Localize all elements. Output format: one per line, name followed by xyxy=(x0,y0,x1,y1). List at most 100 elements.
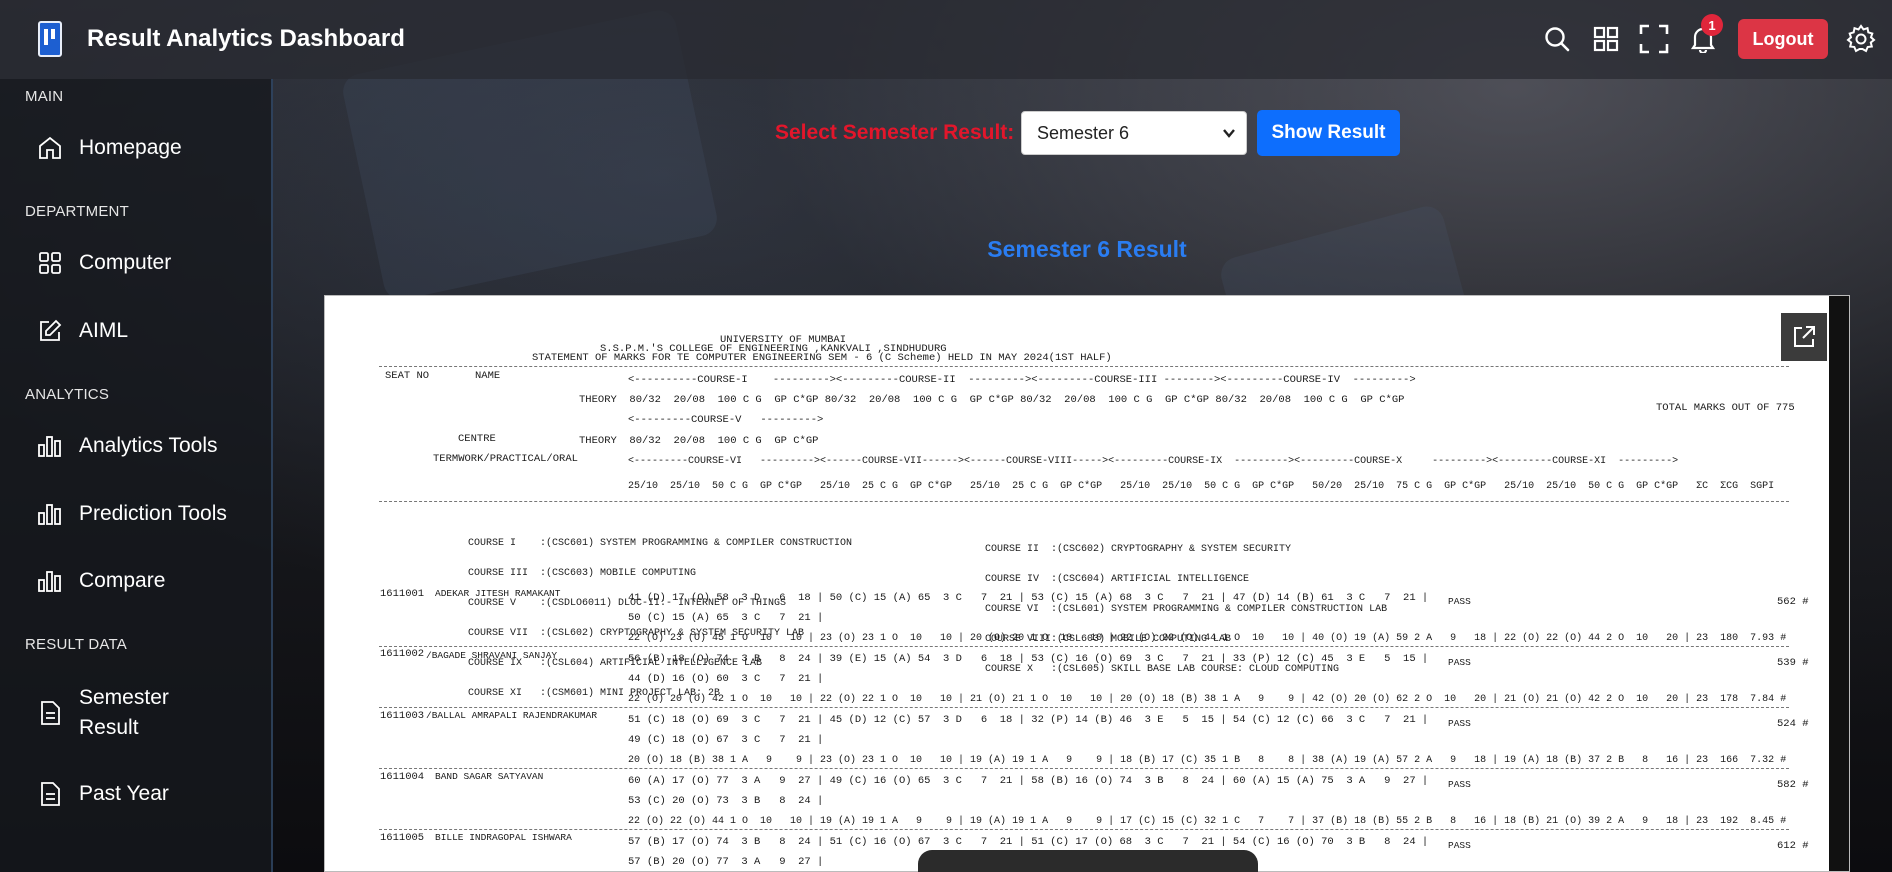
doc-theory-row-1: THEORY 80/32 20/08 100 C G GP C*GP 80/32… xyxy=(579,394,1405,406)
doc-student-name: /BALLAL AMRAPALI RAJENDRAKUMAR xyxy=(426,710,598,721)
sidebar-item-label: Result xyxy=(79,716,139,739)
doc-name-header: NAME xyxy=(475,370,501,382)
selected-semester-value: Semester 6 xyxy=(1037,122,1130,143)
doc-result-status: PASS xyxy=(1448,779,1471,790)
doc-termwork-header: TERMWORK/PRACTICAL/ORAL xyxy=(433,453,578,465)
doc-student-name: /BAGADE SHRAVANI SANJAY xyxy=(426,650,558,661)
doc-result-status: PASS xyxy=(1448,596,1471,607)
doc-marks-line: 57 (B) 20 (O) 77 3 A 9 27 | xyxy=(628,856,824,868)
edit-icon xyxy=(36,317,64,345)
sidebar-item-prediction-tools[interactable]: Prediction Tools xyxy=(36,499,227,529)
doc-marks-line: 50 (C) 15 (A) 65 3 C 7 21 | xyxy=(628,612,824,624)
bar-chart-icon xyxy=(36,500,64,528)
sidebar-item-semester-result[interactable]: Semester Result xyxy=(36,683,169,743)
sidebar-item-past-year[interactable]: Past Year xyxy=(36,779,169,809)
pdf-toolbar[interactable] xyxy=(918,850,1258,872)
doc-heading-statement: STATEMENT OF MARKS FOR TE COMPUTER ENGIN… xyxy=(532,352,1112,364)
doc-seat-number: 1611005 xyxy=(380,832,425,844)
doc-seat-number: 1611001 xyxy=(380,588,425,600)
grid-icon[interactable] xyxy=(1590,22,1622,56)
section-title-result-data: RESULT DATA xyxy=(25,636,127,653)
sidebar-item-computer[interactable]: Computer xyxy=(36,248,171,278)
doc-seat-number: 1611004 xyxy=(380,771,425,783)
doc-seat-number: 1611002 xyxy=(380,648,425,660)
app-logo-icon xyxy=(38,21,62,57)
doc-marks-line: 22 (O) 20 (O) 42 1 O 10 10 | 22 (O) 22 1… xyxy=(628,694,1787,705)
external-link-icon xyxy=(1794,326,1815,347)
doc-total-marks: TOTAL MARKS OUT OF 775 xyxy=(1656,402,1795,414)
doc-marks-line: 51 (C) 18 (O) 69 3 C 7 21 | 45 (D) 12 (C… xyxy=(628,714,1429,726)
divider xyxy=(379,768,1789,769)
bar-chart-icon xyxy=(36,567,64,595)
doc-total-marks-value: 562 # xyxy=(1777,596,1809,608)
sidebar-item-label: Prediction Tools xyxy=(79,502,227,525)
doc-seat-no-header: SEAT NO xyxy=(385,370,430,382)
document-scrollbar[interactable] xyxy=(1829,296,1849,871)
doc-marks-line: 44 (D) 16 (O) 60 3 C 7 21 | xyxy=(628,673,824,685)
result-document-viewer[interactable]: UNIVERSITY OF MUMBAI S.S.P.M.'S COLLEGE … xyxy=(324,295,1850,872)
doc-course-row-1: <----------COURSE-I ---------><---------… xyxy=(628,374,1416,386)
logout-button[interactable]: Logout xyxy=(1738,19,1828,59)
doc-marks-line: 49 (C) 18 (O) 67 3 C 7 21 | xyxy=(628,734,824,746)
home-icon xyxy=(36,134,64,162)
divider xyxy=(379,646,1789,647)
document-icon xyxy=(36,699,64,727)
document-icon xyxy=(36,780,64,808)
doc-total-marks-value: 612 # xyxy=(1777,840,1809,852)
divider xyxy=(379,829,1789,830)
section-title-main: MAIN xyxy=(25,88,64,105)
doc-total-marks-value: 539 # xyxy=(1777,657,1809,669)
search-icon[interactable] xyxy=(1541,22,1573,56)
select-semester-label: Select Semester Result: xyxy=(775,121,1015,144)
divider xyxy=(379,707,1789,708)
doc-student-name: BAND SAGAR SATYAVAN xyxy=(435,771,544,782)
show-result-button[interactable]: Show Result xyxy=(1257,110,1400,156)
doc-result-status: PASS xyxy=(1448,718,1471,729)
doc-marks-line: 57 (B) 17 (O) 74 3 B 8 24 | 51 (C) 16 (O… xyxy=(628,836,1429,848)
sidebar-item-homepage[interactable]: Homepage xyxy=(36,133,182,163)
section-title-analytics: ANALYTICS xyxy=(25,386,110,403)
doc-marks-line: 56 (B) 18 (O) 74 3 B 8 24 | 39 (E) 15 (A… xyxy=(628,653,1429,665)
sidebar: MAIN Homepage DEPARTMENT Computer AIML A… xyxy=(0,79,273,872)
notification-badge: 1 xyxy=(1701,14,1723,36)
doc-marks-line: 53 (C) 20 (O) 73 3 B 8 24 | xyxy=(628,795,824,807)
sidebar-item-compare[interactable]: Compare xyxy=(36,566,165,596)
doc-theory-row-2: THEORY 80/32 20/08 100 C G GP C*GP xyxy=(579,435,819,447)
sidebar-item-aiml[interactable]: AIML xyxy=(36,316,128,346)
semester-select[interactable]: Semester 6 xyxy=(1021,111,1247,155)
doc-marks-line: 22 (O) 22 (O) 44 1 O 10 10 | 19 (A) 19 1… xyxy=(628,816,1787,827)
doc-total-marks-value: 582 # xyxy=(1777,779,1809,791)
sidebar-item-label: Analytics Tools xyxy=(79,434,218,457)
sidebar-item-label: Compare xyxy=(79,569,166,592)
doc-seat-number: 1611003 xyxy=(380,710,425,722)
bar-chart-icon xyxy=(36,432,64,460)
doc-result-status: PASS xyxy=(1448,657,1471,668)
doc-marks-line: 20 (O) 18 (B) 38 1 A 9 9 | 23 (O) 23 1 O… xyxy=(628,755,1787,766)
top-header: Result Analytics Dashboard 1 Logout xyxy=(0,0,1892,79)
divider xyxy=(379,501,1789,502)
sidebar-item-analytics-tools[interactable]: Analytics Tools xyxy=(36,431,218,461)
doc-marks-line: 41 (D) 17 (O) 58 3 D 6 18 | 50 (C) 15 (A… xyxy=(628,592,1429,604)
doc-result-status: PASS xyxy=(1448,840,1471,851)
section-title-department: DEPARTMENT xyxy=(25,203,129,220)
chevron-down-icon xyxy=(1222,125,1236,146)
doc-student-name: ADEKAR JITESH RAMAKANT xyxy=(435,588,561,599)
fullscreen-icon[interactable] xyxy=(1638,22,1670,56)
doc-total-marks-value: 524 # xyxy=(1777,718,1809,730)
doc-student-name: BILLE INDRAGOPAL ISHWARA xyxy=(435,832,572,843)
sidebar-item-label: Homepage xyxy=(79,136,182,159)
doc-course-row-3: <---------COURSE-VI ---------><------COU… xyxy=(628,456,1679,467)
open-external-button[interactable] xyxy=(1781,313,1827,361)
doc-marks-line: 60 (A) 17 (O) 77 3 A 9 27 | 49 (C) 16 (O… xyxy=(628,775,1429,787)
sidebar-item-label: Computer xyxy=(79,251,172,274)
doc-course-row-2: <---------COURSE-V ---------> xyxy=(628,414,824,426)
sidebar-item-label: AIML xyxy=(79,319,129,342)
sidebar-item-label: Past Year xyxy=(79,782,169,805)
grid-icon xyxy=(36,249,64,277)
doc-course-legend-right: COURSE II :(CSC602) CRYPTOGRAPHY & SYSTE… xyxy=(985,544,1388,675)
gear-icon[interactable] xyxy=(1845,22,1877,56)
doc-marks-line: 22 (O) 23 (O) 45 1 O 10 10 | 23 (O) 23 1… xyxy=(628,633,1787,644)
doc-termwork-row: 25/10 25/10 50 C G GP C*GP 25/10 25 C G … xyxy=(628,481,1775,492)
doc-centre-header: CENTRE xyxy=(458,433,496,445)
divider xyxy=(379,366,1789,367)
